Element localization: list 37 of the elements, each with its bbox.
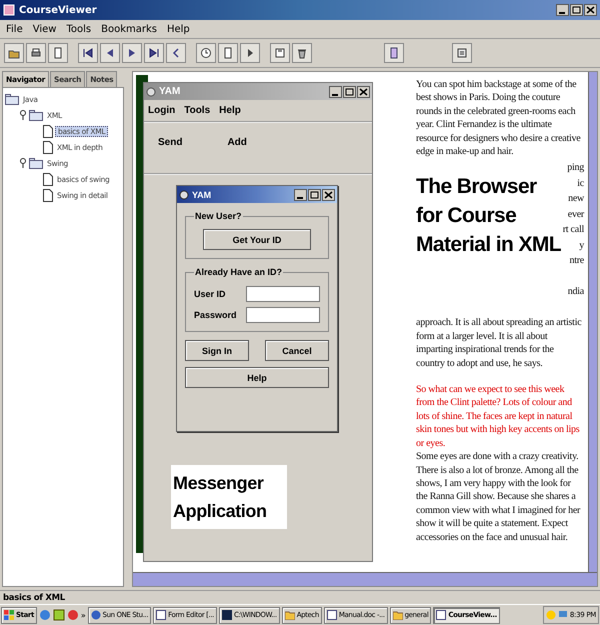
text-fragment: new [568,192,584,206]
field-label: Password [194,310,237,320]
help-button[interactable]: Help [185,367,329,388]
menu-item[interactable]: File [6,24,23,34]
status-text: basics of XML [3,592,65,602]
dialog-button[interactable]: Sign In [185,340,249,361]
text-fragment: ndia [568,285,584,300]
overflow-chevron[interactable]: » [80,610,86,620]
menu-item[interactable]: Help [219,105,241,116]
menu-item[interactable]: Bookmarks [101,24,157,34]
get-id-button[interactable]: Get Your ID [203,229,311,250]
field-label: User ID [194,289,226,299]
menu-item[interactable]: Login [148,105,176,116]
text-fragment: rt call [562,223,584,238]
caption: Messenger Application [171,465,287,529]
group-label: Already Have an ID? [194,267,284,277]
menu-item[interactable]: Help [166,24,190,34]
text-fragment: ping [567,161,584,176]
menu-item[interactable]: Tools [66,24,92,34]
text-fragment: ic [577,176,584,191]
text-fragment: y [579,238,584,253]
window-title: YAM [159,86,182,97]
dialog-title: YAM [192,190,212,200]
paragraph: You can spot him backstage at some of the best shows in Paris. Doing the couture rounds in the celebrated green-rooms each year. Clint Fernandez is the ultimate resource for designers who desire a creative edge in make-up and hair. [416,78,582,158]
highlighted-paragraph: So what can we expect to see this week from the Clint palette? Lots of colour and lots of shine. The faces are kept in natural skin tones but with high key accents on lips or eyes. [416,383,580,450]
menu-item[interactable]: View [32,24,56,34]
toolbar-button[interactable]: Add [227,137,247,159]
menu-item[interactable]: Tools [184,105,210,116]
dialog-button[interactable]: Cancel [265,340,329,361]
window-title: CourseViewer [19,4,98,16]
text-fragment: ever [568,208,584,222]
text-fragment: ntre [569,254,584,268]
paragraph: Some eyes are done with a crazy creativity. There is also a lot of bronze. Among all the shows, I am very happy with the look for the Ranna Gill show. Because she shares a common view with what I imagined for her show it will be quite a statement. Expect accessories on the face and unusual hair. [416,450,582,544]
toolbar-button[interactable]: Send [158,137,182,159]
paragraph: approach. It is all about spreading an artistic form at a larger level. It is all about imparting inspirational trends for the country to adopt and use, he says. [416,316,582,370]
caption: The Browser for Course Material in XML [416,174,562,258]
group-label: New User? [194,211,243,221]
